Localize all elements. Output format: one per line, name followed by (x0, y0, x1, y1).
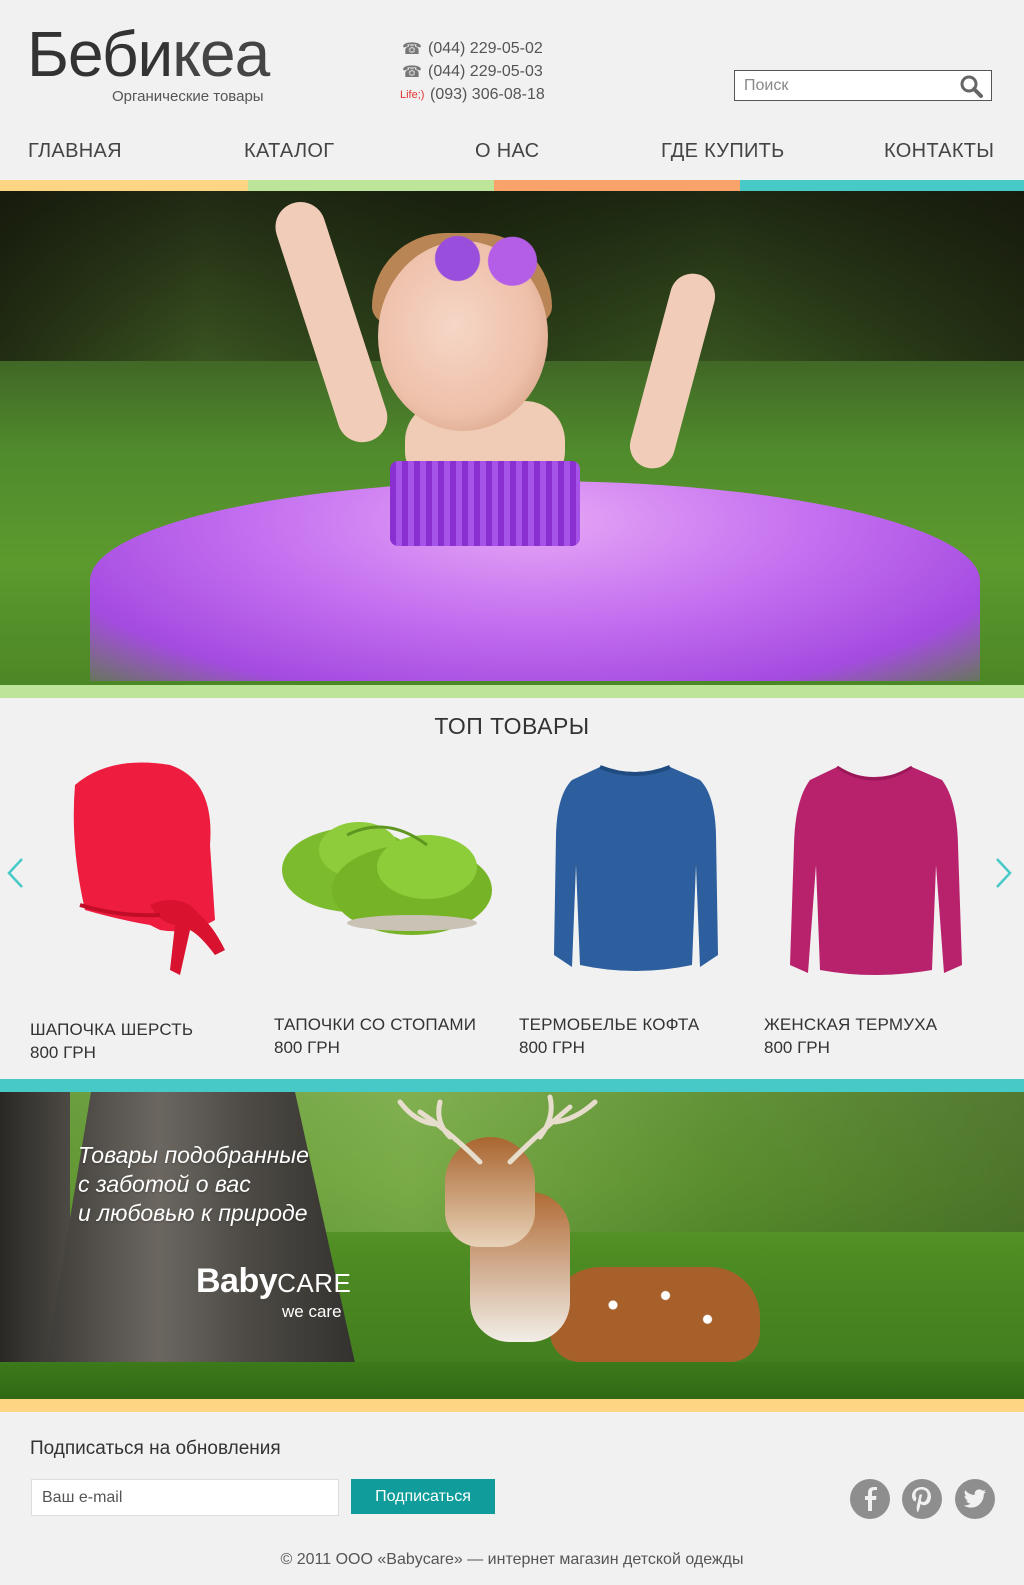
product-image-thermal-top[interactable] (520, 755, 750, 985)
main-nav: ГЛАВНАЯ КАТАЛОГ О НАС ГДЕ КУПИТЬ КОНТАКТ… (0, 136, 1024, 172)
brand-tagline: we care (282, 1302, 342, 1321)
email-field[interactable] (31, 1479, 339, 1516)
product-image-womens-thermal[interactable] (762, 755, 992, 985)
nav-stripe-yellow (0, 180, 248, 191)
top-products-title: ТОП ТОВАРЫ (434, 713, 590, 739)
phone-icon: ☎ (402, 63, 422, 81)
banner-slogan: Товары подобранные с заботой о вас и люб… (78, 1142, 309, 1226)
phone-row: Life;) (093) 306-08-18 (400, 83, 545, 106)
nav-item-contacts[interactable]: КОНТАКТЫ (884, 140, 994, 163)
life-operator-label: Life;) (400, 88, 425, 101)
nav-item-where-to-buy[interactable]: ГДЕ КУПИТЬ (661, 140, 785, 163)
hero-bodice (390, 461, 580, 546)
brand-name: BabyCARE (196, 1262, 351, 1301)
divider-yellow (0, 1399, 1024, 1412)
banner-deer-body (550, 1267, 760, 1362)
banner-deer-antlers (397, 1094, 598, 1165)
nav-item-home[interactable]: ГЛАВНАЯ (28, 140, 122, 163)
pinterest-icon[interactable] (902, 1479, 942, 1519)
logo-title-bold: Беби (27, 18, 173, 90)
brand-name-bold: Baby (196, 1262, 278, 1300)
nav-stripe-orange (494, 180, 740, 191)
subscribe-title: Подписаться на обновления (30, 1438, 281, 1459)
facebook-icon[interactable] (850, 1479, 890, 1519)
product-price: 800 ГРН (274, 1038, 340, 1057)
promo-banner (0, 1092, 1024, 1399)
carousel-next-arrow-icon[interactable] (992, 857, 1014, 889)
carousel-prev-arrow-icon[interactable] (5, 857, 27, 889)
product-name[interactable]: ЖЕНСКАЯ ТЕРМУХА (764, 1015, 937, 1035)
search-icon[interactable] (959, 74, 985, 98)
subscribe-button[interactable]: Подписаться (351, 1479, 495, 1514)
logo[interactable]: Бебикеа Органические товары (27, 22, 270, 105)
product-price: 800 ГРН (30, 1043, 96, 1062)
divider-teal (0, 1079, 1024, 1092)
phone-row: ☎ (044) 229-05-03 (402, 60, 545, 83)
nav-item-catalog[interactable]: КАТАЛОГ (244, 140, 334, 163)
logo-subtitle: Органические товары (112, 88, 264, 105)
nav-item-about[interactable]: О НАС (475, 140, 539, 163)
phone-number[interactable]: (044) 229-05-03 (428, 63, 543, 81)
brand-logo: BabyCARE we care (196, 1262, 351, 1321)
product-card[interactable] (277, 755, 507, 985)
phone-icon: ☎ (402, 40, 422, 58)
product-card[interactable] (520, 755, 750, 985)
phone-number[interactable]: (093) 306-08-18 (430, 86, 545, 104)
nav-stripe-teal (740, 180, 1024, 191)
banner-grass (0, 1362, 1024, 1399)
product-image-slippers[interactable] (277, 755, 507, 985)
phone-row: ☎ (044) 229-05-02 (402, 37, 545, 60)
hero-flowers (430, 231, 540, 286)
divider-green (0, 685, 1024, 698)
phone-list: ☎ (044) 229-05-02 ☎ (044) 229-05-03 Life… (400, 37, 545, 106)
product-name[interactable]: ТЕРМОБЕЛЬЕ КОФТА (519, 1015, 699, 1035)
nav-stripe-green (248, 180, 494, 191)
product-name[interactable]: ШАПОЧКА ШЕРСТЬ (30, 1020, 193, 1040)
logo-title: Бебикеа (27, 22, 270, 86)
product-card[interactable] (762, 755, 992, 985)
product-price: 800 ГРН (764, 1038, 830, 1057)
copyright: © 2011 ООО «Babycare» — интернет магазин… (280, 1551, 744, 1568)
product-image-hat[interactable] (40, 755, 270, 985)
logo-title-thin: кеа (172, 18, 270, 90)
twitter-icon[interactable] (955, 1479, 995, 1519)
product-card[interactable] (40, 755, 270, 985)
search-input[interactable] (735, 71, 945, 100)
product-name[interactable]: ТАПОЧКИ СО СТОПАМИ (274, 1015, 476, 1035)
brand-name-care: CARE (277, 1268, 352, 1298)
hero-image (0, 191, 1024, 685)
product-price: 800 ГРН (519, 1038, 585, 1057)
search-box (734, 70, 992, 101)
phone-number[interactable]: (044) 229-05-02 (428, 40, 543, 58)
